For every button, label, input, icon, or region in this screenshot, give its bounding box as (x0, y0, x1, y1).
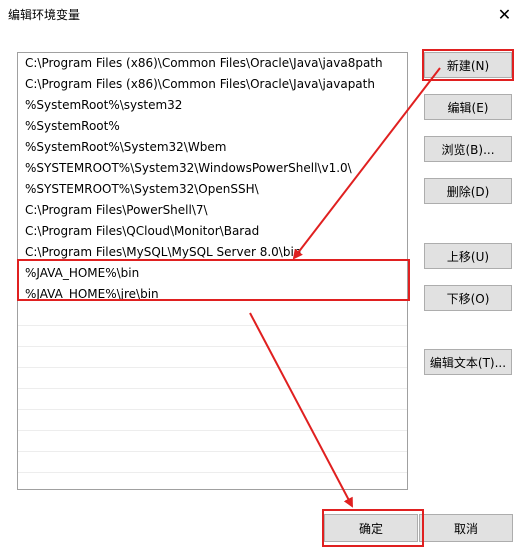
cancel-button[interactable]: 取消 (419, 514, 513, 542)
list-item-label: %SystemRoot%\system32 (25, 98, 183, 112)
list-item-label: %SystemRoot% (25, 119, 120, 133)
list-item-label: %SYSTEMROOT%\System32\OpenSSH\ (25, 182, 259, 196)
list-item[interactable]: %SystemRoot%\system32 (18, 95, 407, 116)
browse-button[interactable]: 浏览(B)... (424, 136, 512, 162)
move-up-button[interactable]: 上移(U) (424, 243, 512, 269)
list-item[interactable]: %JAVA_HOME%\bin (18, 263, 407, 284)
list-item[interactable]: %SystemRoot%\System32\Wbem (18, 137, 407, 158)
list-item-label: C:\Program Files\MySQL\MySQL Server 8.0\… (25, 245, 302, 259)
edit-text-button[interactable]: 编辑文本(T)... (424, 349, 512, 375)
list-item[interactable]: C:\Program Files (x86)\Common Files\Orac… (18, 53, 407, 74)
list-item[interactable]: C:\Program Files\QCloud\Monitor\Barad (18, 221, 407, 242)
list-item-empty[interactable] (18, 431, 407, 452)
list-item-label: %JAVA_HOME%\jre\bin (25, 287, 159, 301)
list-item-empty[interactable] (18, 305, 407, 326)
list-item[interactable]: C:\Program Files\MySQL\MySQL Server 8.0\… (18, 242, 407, 263)
new-button[interactable]: 新建(N) (424, 52, 512, 78)
list-item-label: %JAVA_HOME%\bin (25, 266, 140, 280)
edit-button[interactable]: 编辑(E) (424, 94, 512, 120)
list-item[interactable]: %SystemRoot% (18, 116, 407, 137)
list-item-empty[interactable] (18, 368, 407, 389)
list-item-empty[interactable] (18, 347, 407, 368)
list-item[interactable]: %SYSTEMROOT%\System32\OpenSSH\ (18, 179, 407, 200)
list-item-empty[interactable] (18, 452, 407, 473)
list-item-empty[interactable] (18, 410, 407, 431)
list-item-empty[interactable] (18, 326, 407, 347)
list-item[interactable]: %JAVA_HOME%\jre\bin (18, 284, 407, 305)
list-item-label: C:\Program Files\QCloud\Monitor\Barad (25, 224, 260, 238)
list-item[interactable]: %SYSTEMROOT%\System32\WindowsPowerShell\… (18, 158, 407, 179)
list-item-label: C:\Program Files\PowerShell\7\ (25, 203, 208, 217)
dialog-title: 编辑环境变量 (8, 8, 81, 22)
list-item-label: C:\Program Files (x86)\Common Files\Orac… (25, 77, 375, 91)
list-item-empty[interactable] (18, 389, 407, 410)
path-list[interactable]: C:\Program Files (x86)\Common Files\Orac… (17, 52, 408, 490)
list-item-label: %SystemRoot%\System32\Wbem (25, 140, 227, 154)
list-item[interactable]: C:\Program Files\PowerShell\7\ (18, 200, 407, 221)
list-item-label: C:\Program Files (x86)\Common Files\Orac… (25, 56, 383, 70)
close-icon[interactable]: ✕ (486, 0, 523, 28)
move-down-button[interactable]: 下移(O) (424, 285, 512, 311)
ok-button[interactable]: 确定 (324, 514, 418, 542)
delete-button[interactable]: 删除(D) (424, 178, 512, 204)
list-item[interactable]: C:\Program Files (x86)\Common Files\Orac… (18, 74, 407, 95)
list-item-label: %SYSTEMROOT%\System32\WindowsPowerShell\… (25, 161, 352, 175)
